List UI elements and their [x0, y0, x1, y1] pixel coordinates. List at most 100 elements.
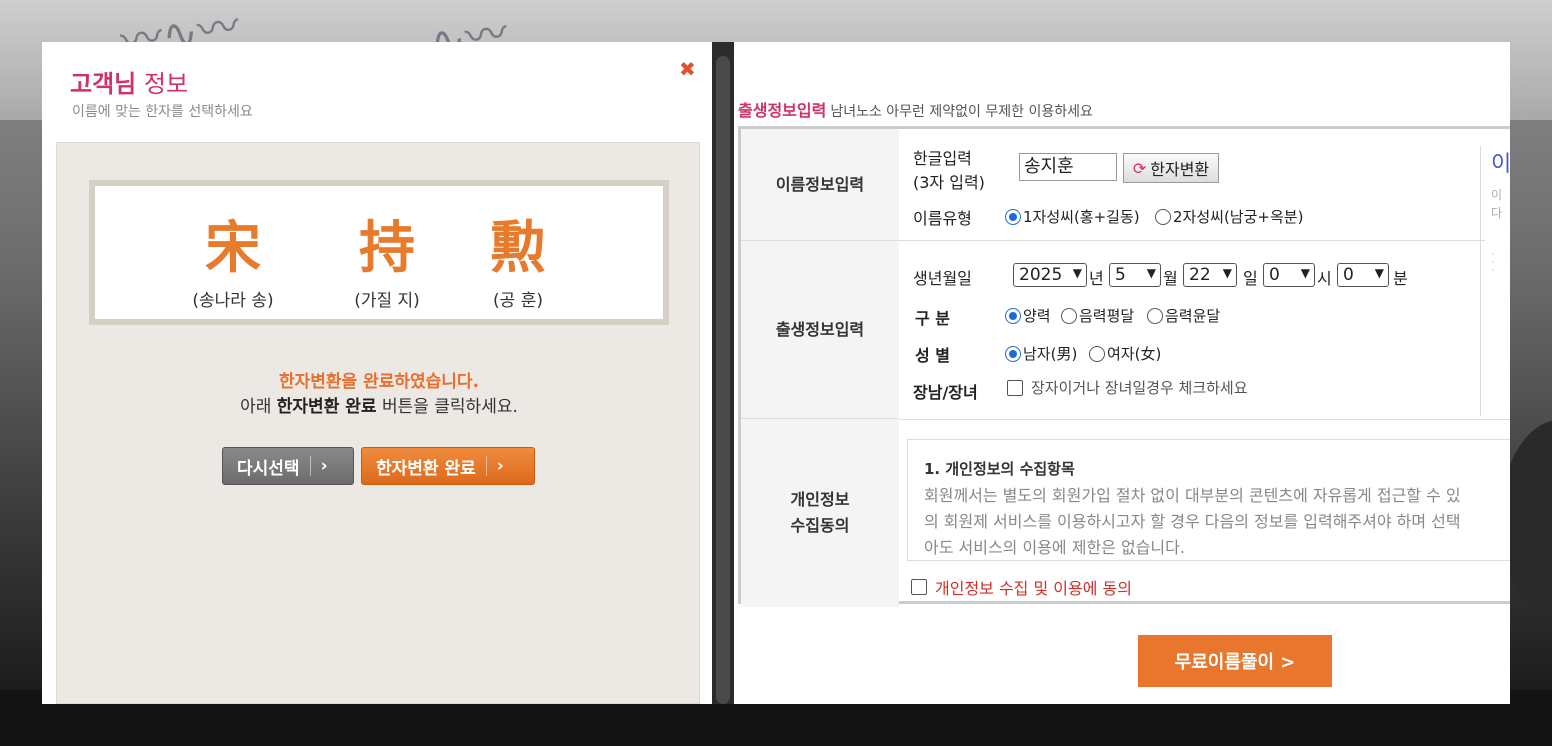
- radio-icon[interactable]: [1089, 345, 1105, 362]
- calendar-lunar-leap-label: 음력윤달: [1165, 307, 1221, 325]
- close-icon[interactable]: ✖: [679, 57, 696, 81]
- radio-icon[interactable]: [1147, 307, 1163, 324]
- modal-subtitle: 이름에 맞는 한자를 선택하세요: [72, 104, 253, 120]
- gender-male[interactable]: 남자(男): [1005, 343, 1077, 364]
- side-text: 다: [1491, 206, 1503, 220]
- conversion-done-message: 한자변환을 완료하였습니다.: [278, 372, 480, 392]
- hanja-reading: (가질 지): [354, 291, 420, 311]
- day-value: 22: [1189, 265, 1211, 285]
- hanja-reading: (공 훈): [493, 291, 543, 311]
- modal-title-bold: 고객님: [70, 70, 137, 98]
- hanja-convert-button[interactable]: ⟳ 한자변환: [1123, 153, 1219, 183]
- name-type-2char[interactable]: 2자성씨(남궁+옥분): [1155, 206, 1303, 227]
- privacy-section-label: 개인정보수집동의: [741, 419, 899, 607]
- hanja-result-box: 宋 (송나라 송) 持 (가질 지) 勲 (공 훈): [89, 180, 669, 325]
- instruction-prefix: 아래: [240, 397, 277, 417]
- name-input[interactable]: 송지훈: [1019, 153, 1117, 181]
- divider: [899, 240, 1485, 241]
- calendar-solar[interactable]: 양력: [1005, 305, 1051, 326]
- hanja-glyph: 勲: [490, 216, 546, 281]
- minute-unit: 분: [1393, 269, 1408, 288]
- side-title: 이: [1491, 152, 1510, 177]
- minute-select[interactable]: 0 ▼: [1337, 263, 1389, 287]
- calendar-label: 구 분: [915, 309, 951, 328]
- modal-body: 宋 (송나라 송) 持 (가질 지) 勲 (공 훈) 한자변환을 완료하였습니다…: [56, 142, 700, 704]
- korean-input-label: 한글입력 (3자 입력): [913, 147, 985, 195]
- privacy-terms-box[interactable]: 1. 개인정보의 수집항목 회원께서는 별도의 회원가입 절차 없이 대부분의 …: [907, 439, 1510, 561]
- month-select[interactable]: 5 ▼: [1109, 263, 1161, 287]
- checkbox-icon[interactable]: [1007, 379, 1023, 396]
- hour-unit: 시: [1317, 269, 1332, 288]
- name-type-label: 이름유형: [913, 209, 972, 228]
- instruction-suffix: 버튼을 클릭하세요.: [376, 397, 518, 417]
- terms-heading: 1. 개인정보의 수집항목: [924, 460, 1075, 478]
- page-subtitle: 남녀노소 아무런 제약없이 무제한 이용하세요: [830, 104, 1093, 120]
- korean-input-label-2: (3자 입력): [913, 173, 985, 192]
- modal-title-rest: 정보: [136, 70, 189, 98]
- month-value: 5: [1115, 265, 1126, 285]
- hanja-glyph: 持: [359, 216, 415, 281]
- reselect-button[interactable]: 다시선택 ›: [222, 447, 354, 485]
- calendar-lunar-normal-label: 음력평달: [1079, 307, 1135, 325]
- chevron-down-icon: ▼: [1072, 266, 1082, 280]
- modal-scrollbar[interactable]: [712, 42, 734, 704]
- chevron-down-icon: ▼: [1146, 266, 1156, 280]
- chevron-right-icon: ›: [309, 456, 328, 476]
- eldest-label: 장남/장녀: [913, 383, 978, 402]
- calendar-lunar-leap[interactable]: 음력윤달: [1147, 305, 1220, 326]
- free-name-analysis-button[interactable]: 무료이름풀이 >: [1138, 635, 1332, 687]
- radio-icon[interactable]: [1061, 307, 1077, 324]
- hour-select[interactable]: 0 ▼: [1263, 263, 1315, 287]
- year-value: 2025: [1019, 265, 1063, 285]
- reselect-label: 다시선택: [237, 458, 300, 479]
- name-type-1char[interactable]: 1자성씨(홍+길동): [1005, 206, 1140, 227]
- privacy-agree-label: 개인정보 수집 및 이용에 동의: [935, 579, 1132, 598]
- terms-text: 회원께서는 별도의 회원가입 절차 없이 대부분의 콘텐츠에 자유롭게 접근할 …: [924, 486, 1461, 505]
- korean-input-label-1: 한글입력: [913, 149, 972, 168]
- name-type-2char-label: 2자성씨(남궁+옥분): [1173, 208, 1304, 226]
- loading-spinner-icon: · · ·: [1491, 247, 1495, 277]
- checkbox-icon[interactable]: [911, 579, 927, 595]
- hanja-char-1: 宋 (송나라 송): [173, 216, 293, 311]
- radio-selected-icon[interactable]: [1005, 345, 1021, 362]
- year-select[interactable]: 2025 ▼: [1013, 263, 1087, 287]
- gender-label: 성 별: [915, 346, 951, 365]
- day-unit: 일: [1243, 269, 1258, 288]
- terms-text: 의 회원제 서비스를 이용하시고자 할 경우 다음의 정보를 입력해주셔야 하며…: [924, 512, 1461, 531]
- refresh-icon: ⟳: [1132, 158, 1147, 178]
- divider: [899, 419, 1510, 420]
- radio-selected-icon[interactable]: [1005, 208, 1021, 225]
- privacy-agree-checkbox[interactable]: 개인정보 수집 및 이용에 동의: [911, 575, 1132, 599]
- gender-female[interactable]: 여자(女): [1089, 343, 1161, 364]
- page-title: 출생정보입력: [738, 101, 827, 120]
- hanja-convert-label: 한자변환: [1150, 160, 1210, 179]
- hanja-complete-button[interactable]: 한자변환 완료 ›: [361, 447, 535, 485]
- chevron-down-icon: ▼: [1374, 266, 1384, 280]
- birth-section-label: 출생정보입력: [741, 241, 899, 419]
- chevron-down-icon: ▼: [1300, 266, 1310, 280]
- instruction-message: 아래 한자변환 완료 버튼을 클릭하세요.: [57, 392, 701, 417]
- month-unit: 월: [1163, 269, 1178, 288]
- hour-value: 0: [1269, 265, 1280, 285]
- year-unit: 년: [1089, 269, 1104, 288]
- hanja-glyph: 宋: [205, 216, 261, 281]
- side-panel-fragment: 이 이 다 · · ·: [1480, 146, 1510, 416]
- name-type-1char-label: 1자성씨(홍+길동): [1023, 208, 1140, 226]
- gender-female-label: 여자(女): [1107, 345, 1162, 363]
- calendar-solar-label: 양력: [1023, 307, 1051, 325]
- calendar-lunar-normal[interactable]: 음력평달: [1061, 305, 1134, 326]
- name-section-label: 이름정보입력: [741, 129, 899, 241]
- birth-info-form: 이름정보입력 한글입력 (3자 입력) 송지훈 ⟳ 한자변환 이름유형 1자성씨(…: [738, 126, 1510, 607]
- terms-text: 아도 서비스의 이용에 제한은 없습니다.: [924, 538, 1185, 557]
- privacy-label-2: 수집동의: [790, 516, 850, 535]
- radio-icon[interactable]: [1155, 208, 1171, 225]
- side-text: 이: [1491, 188, 1503, 202]
- privacy-label-1: 개인정보: [790, 490, 850, 509]
- scrollbar-thumb[interactable]: [716, 56, 730, 704]
- day-select[interactable]: 22 ▼: [1183, 263, 1237, 287]
- minute-value: 0: [1343, 265, 1354, 285]
- radio-selected-icon[interactable]: [1005, 307, 1021, 324]
- eldest-checkbox[interactable]: 장자이거나 장녀일경우 체크하세요: [1007, 377, 1248, 398]
- chevron-down-icon: ▼: [1222, 266, 1232, 280]
- instruction-bold: 한자변환 완료: [276, 397, 377, 417]
